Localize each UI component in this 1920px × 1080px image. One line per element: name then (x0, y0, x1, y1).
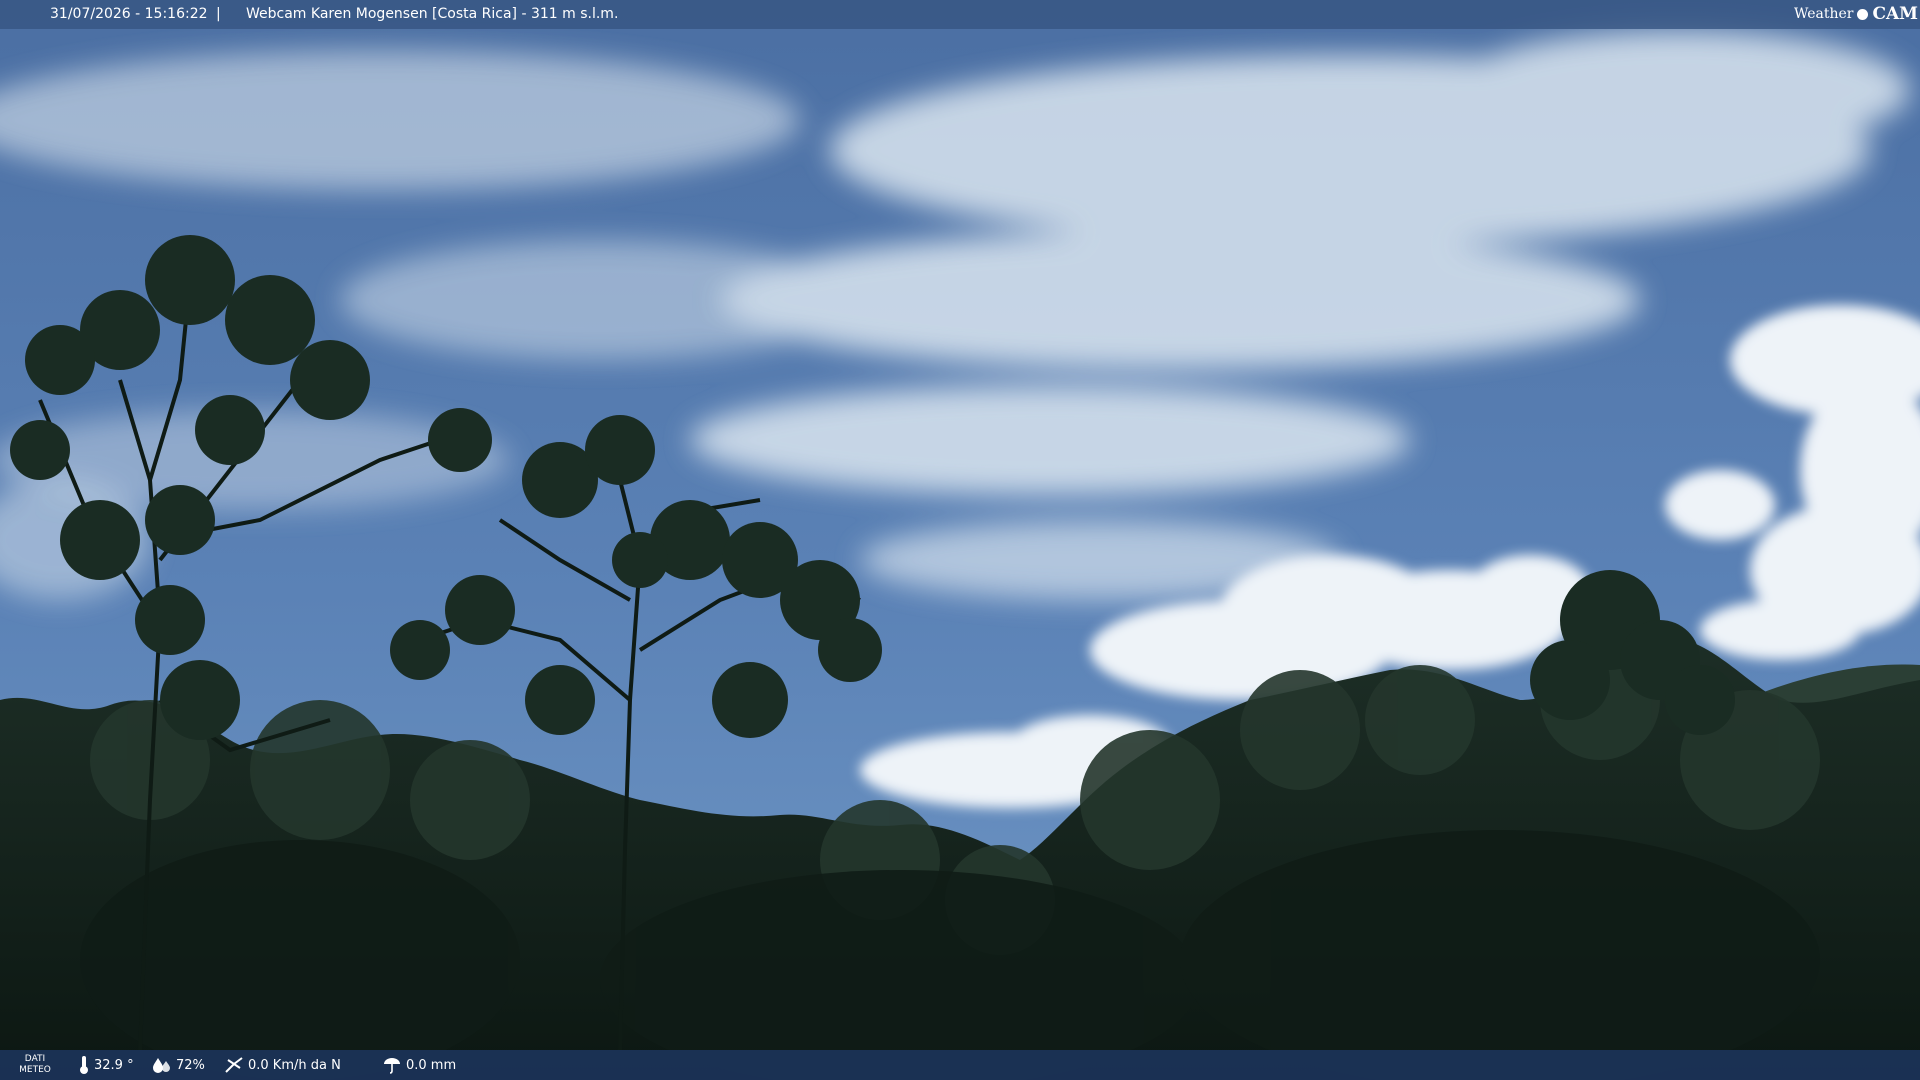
wind-value: 0.0 Km/h da N (248, 1057, 341, 1073)
webcam-title: Webcam Karen Mogensen [Costa Rica] - 311… (246, 6, 619, 22)
meteo-label-line2: METEO (19, 1065, 51, 1075)
meteo-label-line1: DATI (24, 1054, 46, 1064)
weather-data-bar: DATI METEO 32.9 ° 72% 0.0 Km/h da N 0.0 … (0, 1050, 1920, 1080)
webcam-image (0, 0, 1920, 1080)
webcam-header-bar: 31/07/2026 - 15:16:22 | Webcam Karen Mog… (0, 0, 1920, 29)
brand-weather: Weather (1793, 5, 1854, 22)
thermometer-icon (80, 1056, 88, 1074)
wind-icon (225, 1057, 243, 1073)
humidity-reading: 72% (152, 1050, 205, 1080)
humidity-drops-icon (153, 1058, 170, 1073)
rain-gauge-icon (384, 1058, 400, 1074)
humidity-value: 72% (176, 1057, 205, 1073)
rain-value: 0.0 mm (406, 1057, 457, 1073)
webcam-scene (0, 0, 1920, 1080)
rain-reading: 0.0 mm (382, 1050, 456, 1080)
wind-reading: 0.0 Km/h da N (224, 1050, 341, 1080)
capture-datetime: 31/07/2026 - 15:16:22 (50, 6, 208, 22)
temperature-value: 32.9 ° (94, 1057, 134, 1073)
weathercam-logo: Weather CAM (1794, 2, 1918, 26)
header-separator: | (216, 6, 221, 22)
temperature-reading: 32.9 ° (78, 1050, 134, 1080)
meteo-label: DATI METEO (16, 1054, 54, 1076)
brand-dot-icon (1857, 8, 1869, 20)
brand-cam: CAM (1872, 3, 1918, 24)
